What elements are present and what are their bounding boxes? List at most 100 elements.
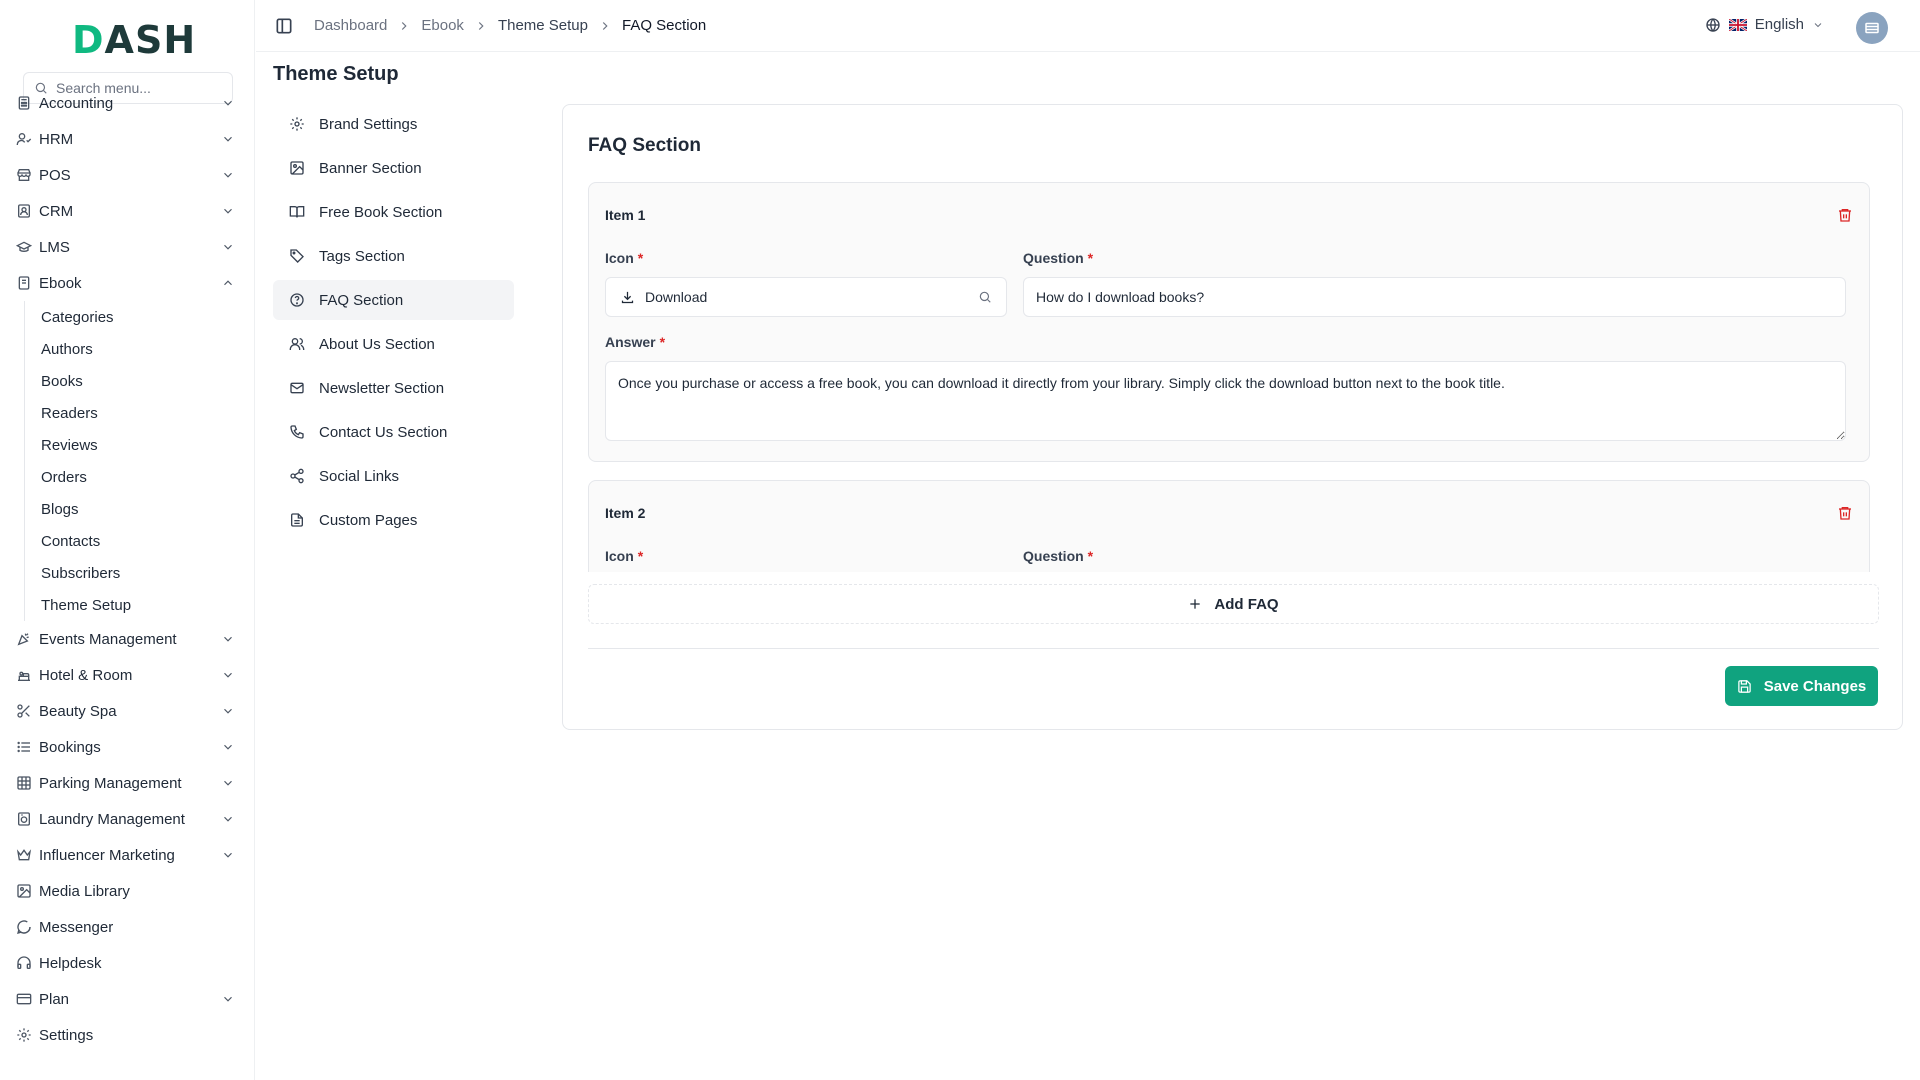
section-nav-about-us-section[interactable]: About Us Section xyxy=(273,324,514,364)
avatar[interactable] xyxy=(1856,12,1888,44)
section-nav-label: FAQ Section xyxy=(319,291,404,309)
mail-icon xyxy=(290,382,304,394)
users-icon xyxy=(289,338,305,350)
sidebar-item-settings[interactable]: Settings xyxy=(0,1017,255,1053)
hotel-icon xyxy=(18,671,30,681)
sidebar-subitem-contacts[interactable]: Contacts xyxy=(25,525,255,557)
icon-picker[interactable]: Download xyxy=(605,277,1007,317)
section-nav-contact-us-section[interactable]: Contact Us Section xyxy=(273,412,514,452)
sidebar-item-parking-management[interactable]: Parking Management xyxy=(0,765,255,801)
section-nav-social-links[interactable]: Social Links xyxy=(273,456,514,496)
plus-icon xyxy=(1190,599,1201,609)
party-popper-icon xyxy=(17,633,29,646)
sidebar-item-beauty-spa[interactable]: Beauty Spa xyxy=(0,693,255,729)
faq-items-scroll-area[interactable]: Item 1 Icon * Download Question * How do… xyxy=(588,182,1870,572)
chevron-down-icon xyxy=(224,208,232,214)
sidebar-subitem-subscribers[interactable]: Subscribers xyxy=(25,557,255,589)
sidebar-item-lms[interactable]: LMS xyxy=(0,229,255,265)
breadcrumb-ebook[interactable]: Ebook xyxy=(421,17,464,34)
store-icon xyxy=(17,169,31,181)
washing-machine-icon xyxy=(18,812,30,826)
section-nav-label: Free Book Section xyxy=(319,203,443,221)
section-nav-label: Social Links xyxy=(319,467,400,485)
chevron-right-icon xyxy=(478,21,484,30)
sidebar-item-media-library[interactable]: Media Library xyxy=(0,873,255,909)
globe-icon xyxy=(1706,17,1720,32)
image-icon xyxy=(290,161,304,175)
section-nav-label: Contact Us Section xyxy=(319,423,448,441)
sidebar-subitem-orders[interactable]: Orders xyxy=(25,461,255,493)
section-nav-tags-section[interactable]: Tags Section xyxy=(273,236,514,276)
sidebar-item-label: Plan xyxy=(39,990,70,1008)
answer-textarea[interactable]: Once you purchase or access a free book,… xyxy=(605,361,1846,441)
breadcrumb-theme-setup[interactable]: Theme Setup xyxy=(498,17,588,34)
calculator-icon xyxy=(18,96,30,110)
sidebar-item-helpdesk[interactable]: Helpdesk xyxy=(0,945,255,981)
sidebar-item-messenger[interactable]: Messenger xyxy=(0,909,255,945)
save-changes-label: Save Changes xyxy=(1763,677,1867,695)
chevron-down-icon xyxy=(224,816,232,822)
sidebar-item-events-management[interactable]: Events Management xyxy=(0,621,255,657)
trash-icon[interactable] xyxy=(1837,505,1853,521)
crown-icon xyxy=(16,849,32,861)
image-icon xyxy=(17,884,31,898)
help-circle-icon xyxy=(290,293,304,307)
list-icon xyxy=(17,741,30,753)
sidebar-item-laundry-management[interactable]: Laundry Management xyxy=(0,801,255,837)
divider xyxy=(588,648,1879,649)
sidebar-subitem-books[interactable]: Books xyxy=(25,365,255,397)
section-nav-label: Tags Section xyxy=(319,247,405,265)
section-nav-label: Banner Section xyxy=(319,159,422,177)
sidebar-item-pos[interactable]: POS xyxy=(0,157,255,193)
sidebar-item-label: Hotel & Room xyxy=(39,666,133,684)
faq-section-card: FAQ Section Item 1 Icon * Download Questi… xyxy=(562,104,1903,730)
sidebar-subitem-readers[interactable]: Readers xyxy=(25,397,255,429)
language-selector[interactable]: English xyxy=(1705,16,1824,33)
user-avatar-icon xyxy=(1865,22,1879,34)
chevron-down-icon xyxy=(224,672,232,678)
message-icon xyxy=(17,920,31,934)
sidebar-item-ebook[interactable]: Ebook xyxy=(0,265,255,301)
chevron-down-icon xyxy=(224,136,232,142)
section-nav-banner-section[interactable]: Banner Section xyxy=(273,148,514,188)
section-nav-newsletter-section[interactable]: Newsletter Section xyxy=(273,368,514,408)
sidebar-item-plan[interactable]: Plan xyxy=(0,981,255,1017)
chevron-down-icon xyxy=(224,100,232,106)
trash-icon[interactable] xyxy=(1837,207,1853,223)
scissors-icon xyxy=(17,704,30,718)
sidebar-subitem-theme-setup[interactable]: Theme Setup xyxy=(25,589,255,621)
chevron-right-icon xyxy=(402,21,407,30)
book-icon xyxy=(18,276,30,290)
sidebar-subitem-reviews[interactable]: Reviews xyxy=(25,429,255,461)
chevron-down-icon xyxy=(224,172,232,178)
sidebar-item-hotel-room[interactable]: Hotel & Room xyxy=(0,657,255,693)
sidebar-item-accounting[interactable]: Accounting xyxy=(0,85,255,121)
sidebar-item-bookings[interactable]: Bookings xyxy=(0,729,255,765)
gear-icon xyxy=(17,1028,31,1042)
question-input[interactable] xyxy=(1023,277,1846,317)
sidebar-subitem-blogs[interactable]: Blogs xyxy=(25,493,255,525)
users-icon xyxy=(16,133,32,145)
sidebar-item-hrm[interactable]: HRM xyxy=(0,121,255,157)
section-nav-label: About Us Section xyxy=(319,335,435,353)
brand-logo[interactable]: DASH xyxy=(72,18,196,62)
sidebar-item-influencer-marketing[interactable]: Influencer Marketing xyxy=(0,837,255,873)
section-nav-free-book-section[interactable]: Free Book Section xyxy=(273,192,514,232)
sidebar-item-crm[interactable]: CRM xyxy=(0,193,255,229)
section-nav-faq-section[interactable]: FAQ Section xyxy=(273,280,514,320)
sidebar-subitem-categories[interactable]: Categories xyxy=(25,301,255,333)
section-nav-label: Newsletter Section xyxy=(319,379,445,397)
sidebar-toggle-icon[interactable] xyxy=(274,16,294,36)
section-nav-brand-settings[interactable]: Brand Settings xyxy=(273,104,514,144)
section-nav-label: Custom Pages xyxy=(319,511,418,529)
sidebar-item-label: Settings xyxy=(39,1026,94,1044)
sidebar-subitem-authors[interactable]: Authors xyxy=(25,333,255,365)
save-changes-button[interactable]: Save Changes xyxy=(1725,666,1878,706)
breadcrumb-dashboard[interactable]: Dashboard xyxy=(314,17,387,34)
add-faq-button[interactable]: Add FAQ xyxy=(588,584,1879,624)
section-nav-custom-pages[interactable]: Custom Pages xyxy=(273,500,514,540)
search-icon xyxy=(979,291,991,303)
chevron-down-icon xyxy=(224,708,232,714)
faq-item-title: Item 1 xyxy=(605,207,646,223)
page-title: Theme Setup xyxy=(273,63,399,85)
